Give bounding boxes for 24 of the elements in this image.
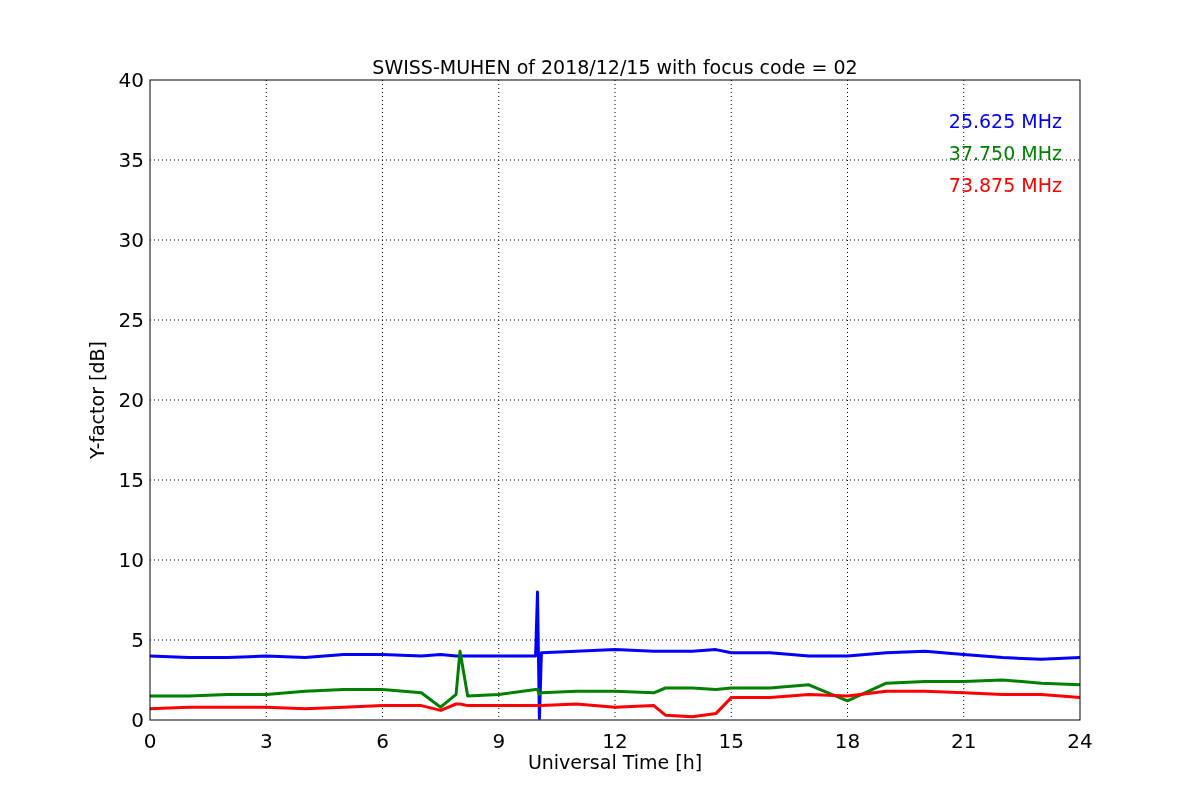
y-tick-label: 30	[118, 228, 144, 252]
x-tick-label: 15	[718, 729, 744, 753]
y-tick-label: 15	[118, 468, 144, 492]
x-tick-label: 6	[376, 729, 389, 753]
y-tick-label: 35	[118, 148, 144, 172]
x-tick-label: 3	[259, 729, 273, 753]
x-tick-label: 0	[143, 729, 157, 753]
x-tick-label: 12	[602, 729, 628, 753]
x-tick-label: 9	[492, 729, 506, 753]
legend-label: 25.625 MHz	[948, 110, 1062, 132]
y-tick-label: 40	[118, 68, 144, 92]
y-tick-label: 5	[131, 628, 144, 652]
x-tick-label: 21	[951, 729, 977, 753]
y-axis-label: Y-factor [dB]	[86, 341, 108, 459]
x-tick-label: 18	[834, 729, 861, 753]
y-tick-label: 10	[118, 548, 144, 572]
y-tick-label: 25	[118, 308, 144, 332]
legend-label: 37.750 MHz	[948, 142, 1062, 164]
y-tick-label: 20	[118, 388, 144, 412]
x-axis-label: Universal Time [h]	[527, 751, 703, 773]
y-tick-label: 0	[131, 708, 144, 732]
legend-label: 73.875 MHz	[948, 174, 1062, 196]
chart-title: SWISS-MUHEN of 2018/12/15 with focus code = 02	[372, 56, 858, 78]
x-tick-label: 24	[1067, 729, 1093, 753]
